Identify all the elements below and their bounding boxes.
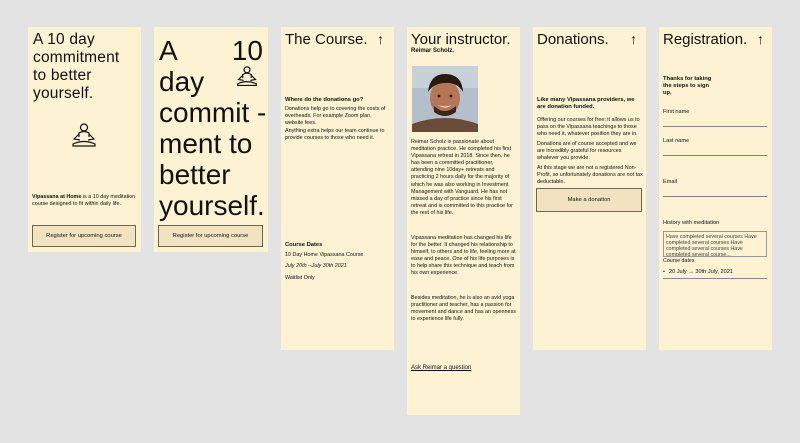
course-dates-title: Course Dates <box>285 242 323 248</box>
headline-word-10: 10 <box>231 35 263 66</box>
instructor-bio-1: Reimar Scholz is passionate about medita… <box>411 139 513 216</box>
arrow-up-icon[interactable]: ↑ <box>757 32 764 46</box>
meditation-icon <box>237 66 257 87</box>
course-card: The Course. ↑ Where do the donations go?… <box>281 27 394 350</box>
course-title: The Course. <box>285 31 368 48</box>
intro-bold: Vipassana at Home <box>32 194 82 200</box>
instructor-title: Your instructor. <box>411 31 511 48</box>
donations-paragraph-3: At this stage we are not a registered No… <box>537 165 643 185</box>
course-paragraph-1: Donations help go to covering the costs … <box>285 106 386 126</box>
instructor-bio-2: Vipassana meditation has changed his lif… <box>411 235 516 277</box>
donations-paragraph-2: Donations are of course accepted and we … <box>537 141 637 161</box>
headline: A 10 day commitment to better yourself. <box>33 31 120 102</box>
headline-large: A 10 day commit -ment to better yourself… <box>159 35 267 221</box>
make-donation-button[interactable]: Make a donation <box>536 188 642 212</box>
history-label: History with meditation <box>663 220 720 226</box>
headline-rest: day commit -ment to better yourself. <box>159 66 267 221</box>
instructor-card: Your instructor. Reimar Scholz. Reimar S… <box>407 27 520 415</box>
divider <box>663 278 767 279</box>
registration-thanks: Thanks for taking the steps to sign up. <box>663 76 712 96</box>
registration-card: Registration. ↑ Thanks for taking the st… <box>659 27 772 350</box>
course-paragraph-2: Anything extra helps our team continue t… <box>285 128 385 141</box>
instructor-portrait-image <box>412 66 478 132</box>
donations-paragraph-1: Offering our courses for free; it allows… <box>537 117 640 137</box>
email-field[interactable] <box>663 186 767 197</box>
instructor-photo <box>412 66 478 132</box>
register-button[interactable]: Register for upcoming course <box>158 225 263 247</box>
donations-lead: Like many Vipassana providers, we are do… <box>537 97 635 110</box>
headline-word-a: A <box>159 35 178 66</box>
registration-title: Registration. <box>663 31 748 48</box>
intro-text: Vipassana at Home is a 10 day meditation… <box>32 194 136 208</box>
course-dates-label: Course dates <box>663 258 695 264</box>
course-date-option-label: 20 July → 30th July, 2021 <box>668 269 733 275</box>
donations-card: Donations. ↑ Like many Vipassana provide… <box>533 27 646 350</box>
donations-question: Where do the donations go? <box>285 97 364 103</box>
email-label: Email <box>663 179 677 185</box>
intro-card: A 10 day commitment to better yourself. … <box>28 27 141 252</box>
last-name-label: Last name <box>663 138 690 144</box>
meditation-icon <box>72 123 96 147</box>
first-name-field[interactable] <box>663 116 767 127</box>
radio-dot-icon[interactable]: • <box>663 269 665 275</box>
donations-title: Donations. <box>537 31 609 48</box>
instructor-bio-3: Besides meditation, he is also an avid y… <box>411 295 516 323</box>
course-dates: July 20th --July 30th 2021 <box>285 263 347 269</box>
intro-card-large: A 10 day commit -ment to better yourself… <box>154 27 268 252</box>
arrow-up-icon[interactable]: ↑ <box>377 32 384 46</box>
first-name-label: First name <box>663 109 690 115</box>
register-button[interactable]: Register for upcoming course <box>32 225 136 247</box>
history-textarea[interactable]: Have completed several courses Have comp… <box>663 231 767 257</box>
instructor-name: Reimar Scholz. <box>411 48 455 54</box>
course-date-option[interactable]: • 20 July → 30th July, 2021 <box>663 269 733 275</box>
waitlist-label: Waitlist Only <box>285 275 315 281</box>
course-name: 10 Day Home Vipassana Course <box>285 252 364 258</box>
last-name-field[interactable] <box>663 145 767 156</box>
arrow-up-icon[interactable]: ↑ <box>630 32 637 46</box>
ask-question-link[interactable]: Ask Reimar a question <box>411 365 471 371</box>
